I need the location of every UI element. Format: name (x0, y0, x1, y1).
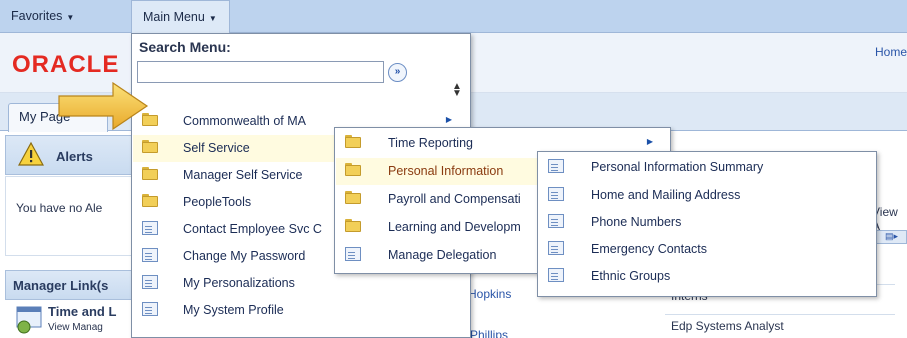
menu-item-label: Self Service (183, 141, 250, 155)
menu-item-label: Personal Information (388, 164, 504, 178)
document-icon (142, 248, 158, 262)
oracle-logo: ORACLE (12, 51, 120, 78)
menu-item-label: Manager Self Service (183, 168, 303, 182)
document-icon (548, 241, 564, 255)
menu-item-label: Learning and Developm (388, 220, 521, 234)
main-menu-button[interactable]: Main Menu ▼ (131, 0, 230, 34)
menu-item-label: Personal Information Summary (591, 160, 764, 174)
chevron-down-icon: ▼ (208, 14, 217, 23)
folder-icon (142, 140, 158, 154)
search-menu-title: Search Menu: (139, 39, 231, 55)
menu-item-emergency-contacts[interactable]: Emergency Contacts (539, 236, 877, 263)
document-icon (142, 221, 158, 235)
folder-icon (345, 191, 361, 205)
chevron-right-icon: ▶ (646, 137, 653, 146)
document-icon (548, 268, 564, 282)
manager-links-title: Manager Link(s (13, 278, 109, 293)
view-manage-link[interactable]: View Manag (48, 322, 103, 333)
menu-item-label: Home and Mailing Address (591, 188, 741, 202)
menu-item-personal-information-summary[interactable]: Personal Information Summary (539, 154, 877, 181)
menu-item-home-and-mailing-address[interactable]: Home and Mailing Address (539, 182, 877, 209)
document-icon (548, 159, 564, 173)
folder-icon (142, 167, 158, 181)
menu-item-label: Payroll and Compensati (388, 192, 521, 206)
folder-icon (345, 219, 361, 233)
double-chevron-right-icon[interactable]: » (388, 63, 407, 82)
personal-information-submenu: Personal Information Summary Home and Ma… (537, 151, 877, 297)
menu-item-label: Emergency Contacts (591, 242, 708, 256)
menu-item-label: PeopleTools (183, 195, 252, 209)
document-icon (142, 302, 158, 316)
menu-item-label: Phone Numbers (591, 215, 682, 229)
favorites-menu[interactable]: Favorites ▼ (0, 0, 130, 33)
warning-triangle-icon (18, 141, 44, 166)
favorites-label: Favorites (11, 9, 63, 23)
folder-icon (345, 135, 361, 149)
chevron-down-icon: ▼ (66, 13, 75, 22)
document-icon (142, 275, 158, 289)
home-link[interactable]: Home (875, 45, 907, 59)
document-icon (345, 247, 361, 261)
employee-link[interactable]: Hopkins (468, 287, 511, 301)
chevron-right-icon: ▶ (445, 115, 452, 124)
grid-cell: Edp Systems Analyst (665, 314, 895, 336)
alerts-title: Alerts (56, 149, 93, 164)
calendar-clock-icon (16, 306, 42, 334)
menu-item-label: My Personalizations (183, 276, 295, 290)
sort-updown-icon[interactable]: ▲ ▼ (452, 82, 462, 99)
folder-icon (345, 163, 361, 177)
employee-link[interactable]: Phillips (470, 328, 508, 338)
menu-item-phone-numbers[interactable]: Phone Numbers (539, 209, 877, 236)
menu-item-label: Commonwealth of MA (183, 114, 306, 128)
alerts-pagelet-header: Alerts (5, 135, 135, 175)
top-menu-bar: Favorites ▼ Main Menu ▼ (0, 0, 907, 34)
menu-item-my-personalizations[interactable]: My Personalizations (133, 270, 470, 297)
menu-item-label: Time Reporting (388, 136, 473, 150)
search-menu-input[interactable] (137, 61, 384, 83)
manager-links-header: Manager Link(s (5, 270, 135, 300)
folder-icon (142, 194, 158, 208)
menu-item-label: Ethnic Groups (591, 269, 671, 283)
alerts-pagelet-body: You have no Ale (5, 176, 135, 256)
menu-item-my-system-profile[interactable]: My System Profile (133, 297, 470, 324)
menu-item-label: Change My Password (183, 249, 306, 263)
yellow-arrow-pointer-icon (58, 81, 149, 131)
main-menu-label: Main Menu (143, 10, 205, 24)
pager-icon[interactable]: ▤▸ (876, 230, 907, 244)
document-icon (548, 187, 564, 201)
alerts-message: You have no Ale (16, 201, 103, 215)
menu-item-label: Manage Delegation (388, 248, 497, 262)
document-icon (548, 214, 564, 228)
menu-item-label: My System Profile (183, 303, 284, 317)
menu-item-ethnic-groups[interactable]: Ethnic Groups (539, 263, 877, 290)
view-all-link[interactable]: View A (872, 205, 907, 233)
menu-item-label: Contact Employee Svc C (183, 222, 322, 236)
time-and-labor-link[interactable]: Time and L (48, 304, 116, 319)
